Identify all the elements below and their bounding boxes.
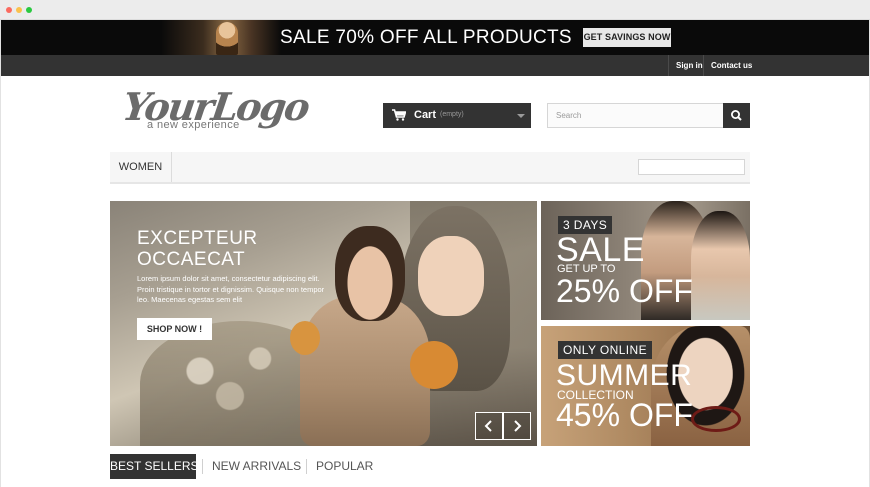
site-logo[interactable]: YourLogo a new experience [120,84,311,131]
sale-headline: SALE [556,231,645,269]
cart-button[interactable]: Cart (empty) [383,103,531,128]
promo-banner[interactable]: SALE 70% OFF ALL PRODUCTS GET SAVINGS NO… [1,20,869,55]
shop-now-button[interactable]: SHOP NOW ! [137,318,212,340]
logo-tagline: a new experience [147,119,240,131]
tab-popular[interactable]: POPULAR [316,454,373,479]
summer-discount: 45% OFF [556,397,693,433]
homepage-slider[interactable]: EXCEPTEUR OCCAECAT Lorem ipsum dolor sit… [110,201,537,446]
slider-title-line1: EXCEPTEUR [137,228,258,249]
search-input[interactable] [547,103,724,128]
cart-label: Cart [414,109,437,121]
tab-new-arrivals[interactable]: NEW ARRIVALS [212,454,301,479]
slider-title-line2: OCCAECAT [137,249,246,270]
promo-headline: SALE 70% OFF ALL PRODUCTS [280,27,572,48]
menu-search-input[interactable] [638,159,745,175]
chevron-down-icon [517,114,525,118]
slider-model-head [335,226,405,321]
search-button[interactable] [723,103,750,128]
sunglasses-image [691,406,741,432]
tab-divider [202,459,203,474]
slider-next-button[interactable] [503,412,531,440]
maximize-window-button[interactable] [26,7,32,13]
top-nav-bar: Sign in Contact us [1,55,869,76]
chevron-right-icon [514,420,522,432]
search-icon [730,110,742,121]
cart-icon [392,109,406,121]
slider-model-face [418,236,484,316]
summer-banner[interactable]: ONLY ONLINE SUMMER COLLECTION 45% OFF [541,326,750,446]
menu-item-women[interactable]: WOMEN [110,152,172,182]
get-savings-button[interactable]: GET SAVINGS NOW [583,28,671,47]
sale-banner[interactable]: 3 DAYS SALE GET UP TO 25% OFF [541,201,750,320]
slider-prev-button[interactable] [475,412,503,440]
close-window-button[interactable] [6,7,12,13]
slider-mitten [410,341,458,389]
promo-model-image [216,22,238,55]
contact-us-link[interactable]: Contact us [703,55,759,76]
slider-mitten [290,321,320,355]
online-badge: ONLY ONLINE [558,341,652,359]
chevron-left-icon [484,420,492,432]
tab-divider [306,459,307,474]
cart-status: (empty) [440,111,464,118]
slider-description: Lorem ipsum dolor sit amet, consectetur … [137,274,325,304]
tab-best-sellers[interactable]: BEST SELLERS [110,454,199,479]
banner-model-woman [691,211,750,320]
sale-discount: 25% OFF [556,273,693,309]
slider-title: EXCEPTEUR OCCAECAT [137,228,258,270]
browser-title-bar [0,0,870,20]
main-menu: WOMEN [110,152,750,184]
minimize-window-button[interactable] [16,7,22,13]
